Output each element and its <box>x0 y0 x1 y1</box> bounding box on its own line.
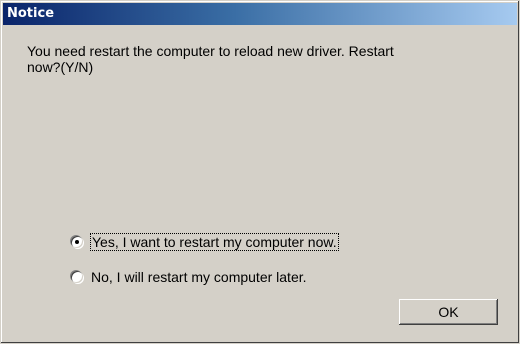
restart-later-label[interactable]: No, I will restart my computer later. <box>91 269 307 285</box>
restart-now-label[interactable]: Yes, I want to restart my computer now. <box>90 233 339 251</box>
radio-selected-dot <box>75 240 79 244</box>
restart-now-radio[interactable] <box>71 236 83 248</box>
restart-later-radio[interactable] <box>71 271 83 283</box>
notice-message: You need restart the computer to reload … <box>27 43 394 75</box>
title-bar[interactable]: Notice <box>3 3 517 25</box>
ok-button[interactable]: OK <box>399 299 498 325</box>
notice-dialog: Notice You need restart the computer to … <box>0 0 520 344</box>
restart-now-option[interactable]: Yes, I want to restart my computer now. <box>71 232 339 252</box>
window-title: Notice <box>7 6 55 21</box>
restart-later-option[interactable]: No, I will restart my computer later. <box>71 267 307 287</box>
